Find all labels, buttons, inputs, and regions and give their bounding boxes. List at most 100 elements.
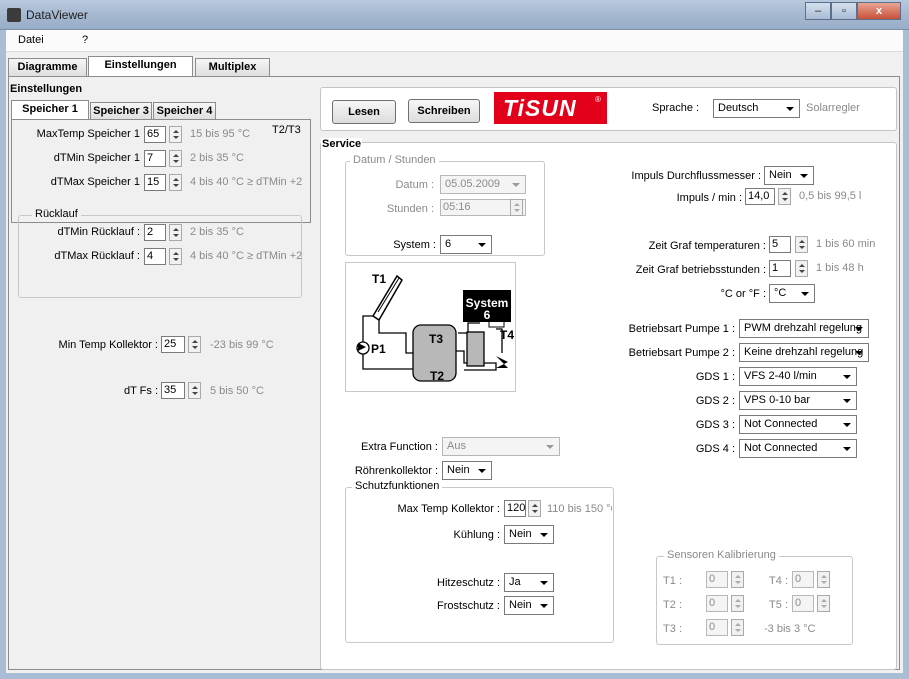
sensor-t2-input[interactable]: 0 <box>706 595 728 612</box>
extra-function-label: Extra Function : <box>360 441 438 453</box>
frostschutz-value: Nein <box>509 599 532 611</box>
gds4-select[interactable]: Not Connected <box>739 439 857 458</box>
subtab-speicher3[interactable]: Speicher 3 <box>90 102 152 120</box>
tab-einstellungen[interactable]: Einstellungen <box>88 56 193 76</box>
min-temp-kollektor-range: -23 bis 99 °C <box>210 339 274 351</box>
impuls-durchflussmesser-select[interactable]: Nein <box>764 166 814 185</box>
zeit-graf-betriebsstunden-input[interactable]: 1 <box>769 260 791 277</box>
sprache-select[interactable]: Deutsch <box>713 99 800 118</box>
sensoren-kalibrierung-title: Sensoren Kalibrierung <box>664 549 779 561</box>
max-temp-kollektor-spinner[interactable] <box>528 500 541 517</box>
impuls-min-input[interactable]: 14,0 <box>745 188 775 205</box>
diagram-t1: T1 <box>372 272 386 286</box>
subtab-speicher4[interactable]: Speicher 4 <box>153 102 216 120</box>
zeit-graf-temperaturen-label: Zeit Graf temperaturen : <box>648 240 766 252</box>
maxtemp-speicher-input[interactable]: 65 <box>144 126 166 143</box>
sensor-t5-input[interactable]: 0 <box>792 595 814 612</box>
impuls-durchflussmesser-value: Nein <box>769 169 792 181</box>
subtab-speicher1[interactable]: Speicher 1 <box>11 100 89 120</box>
sensor-t5-label: T5 : <box>769 599 788 611</box>
min-temp-kollektor-spinner[interactable] <box>188 336 201 353</box>
tab-diagramme[interactable]: Diagramme <box>8 58 87 76</box>
solarregler-label: Solarregler <box>806 102 860 114</box>
sensor-t4-spinner[interactable] <box>817 571 830 588</box>
boiler-symbol <box>466 331 485 367</box>
dtmax-ruecklauf-spinner[interactable] <box>169 248 182 265</box>
gds1-value: VFS 2-40 l/min <box>744 370 817 382</box>
window-title: DataViewer <box>26 8 88 22</box>
min-temp-kollektor-input[interactable]: 25 <box>161 336 185 353</box>
roehrenkollektor-select[interactable]: Nein <box>442 461 492 480</box>
kuehlung-select[interactable]: Nein <box>504 525 554 544</box>
close-button[interactable]: x <box>857 2 901 20</box>
gds2-value: VPS 0-10 bar <box>744 394 811 406</box>
betriebsart-pumpe1-value: PWM drehzahl regelung <box>744 322 863 334</box>
unit-select[interactable]: °C <box>769 284 815 303</box>
impuls-min-spinner[interactable] <box>778 188 791 205</box>
zeit-graf-betriebsstunden-range: 1 bis 48 h <box>816 262 864 274</box>
hitzeschutz-select[interactable]: Ja <box>504 573 554 592</box>
dtmin-speicher-label: dTMin Speicher 1 <box>53 152 140 164</box>
app-icon <box>7 8 21 22</box>
diagram-t3: T3 <box>429 332 443 346</box>
datum-picker[interactable]: 05.05.2009 <box>440 175 526 194</box>
menu-help[interactable]: ? <box>82 34 88 46</box>
dtmax-ruecklauf-input[interactable]: 4 <box>144 248 166 265</box>
max-temp-kollektor-input[interactable]: 120 <box>504 500 526 517</box>
system-diagram: T1 P1 T3 T2 T4 System 6 <box>345 262 516 392</box>
sprache-value: Deutsch <box>718 102 759 114</box>
unit-value: °C <box>774 287 787 299</box>
sensor-t1-input[interactable]: 0 <box>706 571 728 588</box>
frostschutz-select[interactable]: Nein <box>504 596 554 615</box>
dtmin-ruecklauf-input[interactable]: 2 <box>144 224 166 241</box>
stunden-spinner[interactable] <box>510 199 523 216</box>
zeit-graf-temperaturen-spinner[interactable] <box>795 236 808 253</box>
sensor-t3-input[interactable]: 0 <box>706 619 728 636</box>
dtmin-ruecklauf-spinner[interactable] <box>169 224 182 241</box>
extra-function-select[interactable]: Aus <box>442 437 560 456</box>
zeit-graf-temperaturen-input[interactable]: 5 <box>769 236 791 253</box>
dtmax-speicher-spinner[interactable] <box>169 174 182 191</box>
dtmax-speicher-input[interactable]: 15 <box>144 174 166 191</box>
sensor-t5-spinner[interactable] <box>817 595 830 612</box>
client-area: Datei ? Diagramme Einstellungen Multiple… <box>6 30 903 673</box>
sensor-t3-spinner[interactable] <box>731 619 744 636</box>
maximize-button[interactable]: ▫ <box>831 2 857 20</box>
schreiben-button[interactable]: Schreiben <box>408 99 480 123</box>
max-temp-kollektor-range: 110 bis 150 °C <box>547 503 612 515</box>
datum-label: Datum : <box>395 179 434 191</box>
dt-fs-input[interactable]: 35 <box>161 382 185 399</box>
zeit-graf-betriebsstunden-spinner[interactable] <box>795 260 808 277</box>
sensor-t2-spinner[interactable] <box>731 595 744 612</box>
dtmin-speicher-input[interactable]: 7 <box>144 150 166 167</box>
roehrenkollektor-value: Nein <box>447 464 470 476</box>
gds3-select[interactable]: Not Connected <box>739 415 857 434</box>
betriebsart-pumpe2-select[interactable]: Keine drehzahl regelung <box>739 343 869 362</box>
gds2-label: GDS 2 : <box>695 395 735 407</box>
tab-multiplex[interactable]: Multiplex <box>195 58 270 76</box>
sensor-t4-label: T4 : <box>769 575 788 587</box>
zeit-graf-betriebsstunden-label: Zeit Graf betriebsstunden : <box>635 264 766 276</box>
maxtemp-speicher-spinner[interactable] <box>169 126 182 143</box>
system-select[interactable]: 6 <box>440 235 492 254</box>
sensor-t1-spinner[interactable] <box>731 571 744 588</box>
dt-fs-range: 5 bis 50 °C <box>210 385 264 397</box>
t2t3-label: T2/T3 <box>272 124 301 136</box>
stunden-label: Stunden : <box>386 203 434 215</box>
dtmin-speicher-spinner[interactable] <box>169 150 182 167</box>
betriebsart-pumpe2-value: Keine drehzahl regelung <box>744 346 864 358</box>
gds1-select[interactable]: VFS 2-40 l/min <box>739 367 857 386</box>
diagram-t2: T2 <box>430 369 444 383</box>
betriebsart-pumpe1-select[interactable]: PWM drehzahl regelung <box>739 319 869 338</box>
betriebsart-pumpe2-label: Betriebsart Pumpe 2 : <box>628 347 735 359</box>
gds2-select[interactable]: VPS 0-10 bar <box>739 391 857 410</box>
sensor-t4-input[interactable]: 0 <box>792 571 814 588</box>
lesen-button[interactable]: Lesen <box>332 100 396 124</box>
dt-fs-spinner[interactable] <box>188 382 201 399</box>
dtmin-speicher-range: 2 bis 35 °C <box>190 152 244 164</box>
dtmax-ruecklauf-range: 4 bis 40 °C ≥ dTMin +2 <box>190 250 303 262</box>
minimize-button[interactable]: – <box>805 2 831 20</box>
menu-datei[interactable]: Datei <box>18 34 44 46</box>
kuehlung-label: Kühlung : <box>453 529 500 541</box>
dtmin-ruecklauf-range: 2 bis 35 °C <box>190 226 244 238</box>
